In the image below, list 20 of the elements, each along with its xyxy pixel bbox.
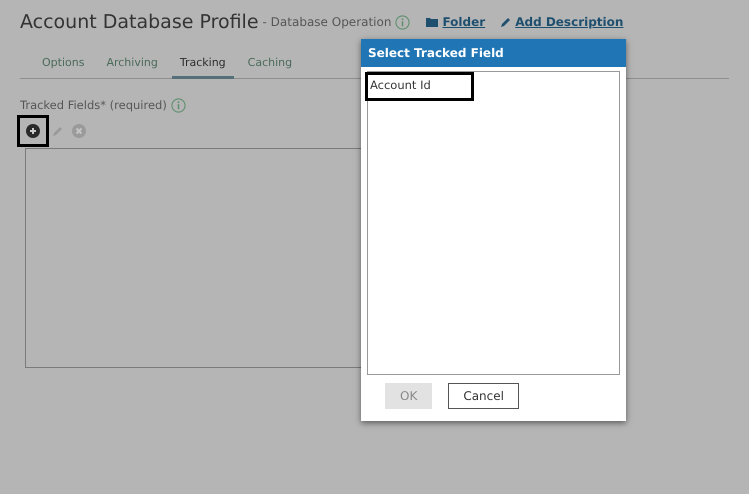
tab[interactable]: Tracking: [172, 50, 234, 79]
pencil-icon: [501, 17, 512, 28]
list-item[interactable]: Account Id: [368, 75, 471, 98]
page-title: Account Database Profile: [20, 10, 259, 35]
header-link[interactable]: Folder: [426, 13, 486, 32]
plus-circle-icon: [26, 124, 40, 138]
add-button[interactable]: [20, 118, 46, 144]
header-link[interactable]: Add Description: [501, 13, 624, 32]
tab[interactable]: Options: [34, 50, 92, 79]
cancel-button[interactable]: Cancel: [448, 383, 519, 409]
info-icon: [395, 15, 410, 30]
info-icon: [170, 98, 186, 114]
x-circle-icon: [72, 124, 86, 138]
page-subtitle: - Database Operation: [262, 14, 392, 32]
dialog-title: Select Tracked Field: [361, 39, 626, 67]
pencil-icon: [52, 125, 64, 138]
field-label: Tracked Fields* (required): [20, 97, 167, 114]
folder-icon: [426, 17, 438, 28]
tab[interactable]: Caching: [240, 50, 300, 79]
tab[interactable]: Archiving: [98, 50, 166, 79]
